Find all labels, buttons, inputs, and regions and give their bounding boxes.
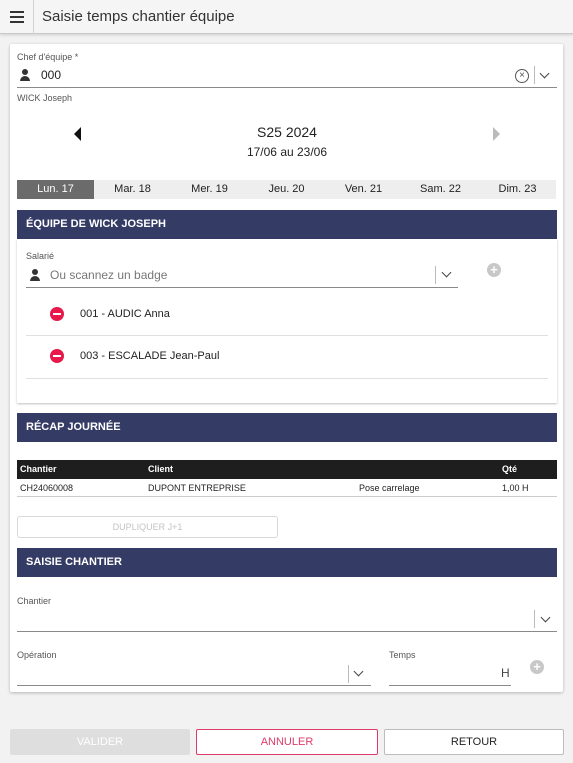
chevron-down-icon[interactable] bbox=[353, 666, 364, 677]
team-header: ÉQUIPE DE WICK JOSEPH bbox=[17, 210, 557, 239]
day-tab[interactable]: Lun. 17 bbox=[17, 180, 94, 199]
day-tabs: Lun. 17 Mar. 18 Mer. 19 Jeu. 20 Ven. 21 … bbox=[17, 180, 556, 199]
table-row[interactable]: CH24060008 DUPONT ENTREPRISE Pose carrel… bbox=[17, 479, 557, 497]
main-card: Chef d'équipe * 000 × WICK Joseph S25 20… bbox=[10, 44, 563, 692]
remove-member-icon[interactable] bbox=[50, 307, 64, 321]
person-icon bbox=[19, 69, 31, 81]
day-tab[interactable]: Ven. 21 bbox=[325, 180, 402, 199]
day-tab[interactable]: Sam. 22 bbox=[402, 180, 479, 199]
saisie-header: SAISIE CHANTIER bbox=[17, 548, 557, 577]
retour-button[interactable]: RETOUR bbox=[384, 729, 564, 755]
chantier-label: Chantier bbox=[17, 596, 52, 606]
chevron-down-icon[interactable] bbox=[539, 68, 550, 79]
add-member-icon[interactable]: + bbox=[487, 263, 501, 277]
table-header: Chantier Client Qté bbox=[17, 460, 557, 479]
week-title: S25 2024 bbox=[257, 124, 317, 140]
operation-field[interactable] bbox=[17, 685, 371, 686]
temps-field[interactable] bbox=[389, 685, 511, 686]
day-tab[interactable]: Mer. 19 bbox=[171, 180, 248, 199]
chef-label: Chef d'équipe * bbox=[17, 52, 79, 62]
member-name: 003 - ESCALADE Jean-Paul bbox=[80, 350, 220, 362]
cell-client: DUPONT ENTREPRISE bbox=[148, 483, 246, 493]
chevron-down-icon[interactable] bbox=[540, 612, 551, 623]
week-range: 17/06 au 23/06 bbox=[246, 145, 328, 159]
separator bbox=[435, 266, 436, 284]
day-tab[interactable]: Jeu. 20 bbox=[248, 180, 325, 199]
cell-operation: Pose carrelage bbox=[359, 483, 420, 493]
recap-header: RÉCAP JOURNÉE bbox=[17, 413, 557, 442]
temps-unit: H bbox=[501, 666, 510, 680]
salarie-underline bbox=[26, 287, 458, 288]
member-name: 001 - AUDIC Anna bbox=[80, 308, 170, 320]
col-client: Client bbox=[148, 464, 174, 474]
operation-label: Opération bbox=[17, 650, 57, 660]
salarie-input[interactable]: Ou scannez un badge bbox=[50, 268, 167, 282]
temps-label: Temps bbox=[389, 650, 416, 660]
add-entry-icon[interactable]: + bbox=[530, 660, 544, 674]
next-week-icon[interactable] bbox=[493, 127, 500, 141]
chef-field[interactable]: 000 bbox=[41, 68, 61, 82]
remove-member-icon[interactable] bbox=[50, 349, 64, 363]
divider bbox=[26, 335, 548, 336]
salarie-label: Salarié bbox=[26, 251, 55, 261]
day-tab[interactable]: Dim. 23 bbox=[479, 180, 556, 199]
previous-week-icon[interactable] bbox=[74, 127, 81, 141]
person-icon bbox=[29, 269, 41, 281]
chef-name: WICK Joseph bbox=[17, 93, 73, 103]
menu-icon[interactable] bbox=[0, 0, 34, 34]
clear-icon[interactable]: × bbox=[515, 69, 529, 83]
col-chantier: Chantier bbox=[20, 464, 57, 474]
app-bar: Saisie temps chantier équipe bbox=[0, 0, 573, 34]
recap-table: Chantier Client Qté CH24060008 DUPONT EN… bbox=[17, 460, 557, 497]
valider-button[interactable]: VALIDER bbox=[10, 729, 190, 755]
separator bbox=[534, 610, 535, 628]
cell-chantier: CH24060008 bbox=[20, 483, 74, 493]
chevron-down-icon[interactable] bbox=[441, 267, 452, 278]
day-tab[interactable]: Mar. 18 bbox=[94, 180, 171, 199]
annuler-button[interactable]: ANNULER bbox=[196, 729, 378, 755]
divider bbox=[26, 378, 548, 379]
separator bbox=[348, 665, 349, 683]
chef-underline bbox=[17, 87, 557, 88]
cell-qte: 1,00 H bbox=[502, 483, 529, 493]
team-panel: Salarié Ou scannez un badge + 001 - AUDI… bbox=[17, 239, 557, 403]
page-title: Saisie temps chantier équipe bbox=[42, 8, 235, 25]
duplicate-button[interactable]: DUPLIQUER J+1 bbox=[17, 516, 278, 538]
col-qte: Qté bbox=[502, 464, 518, 474]
separator bbox=[534, 66, 535, 84]
chantier-field[interactable] bbox=[17, 631, 557, 632]
